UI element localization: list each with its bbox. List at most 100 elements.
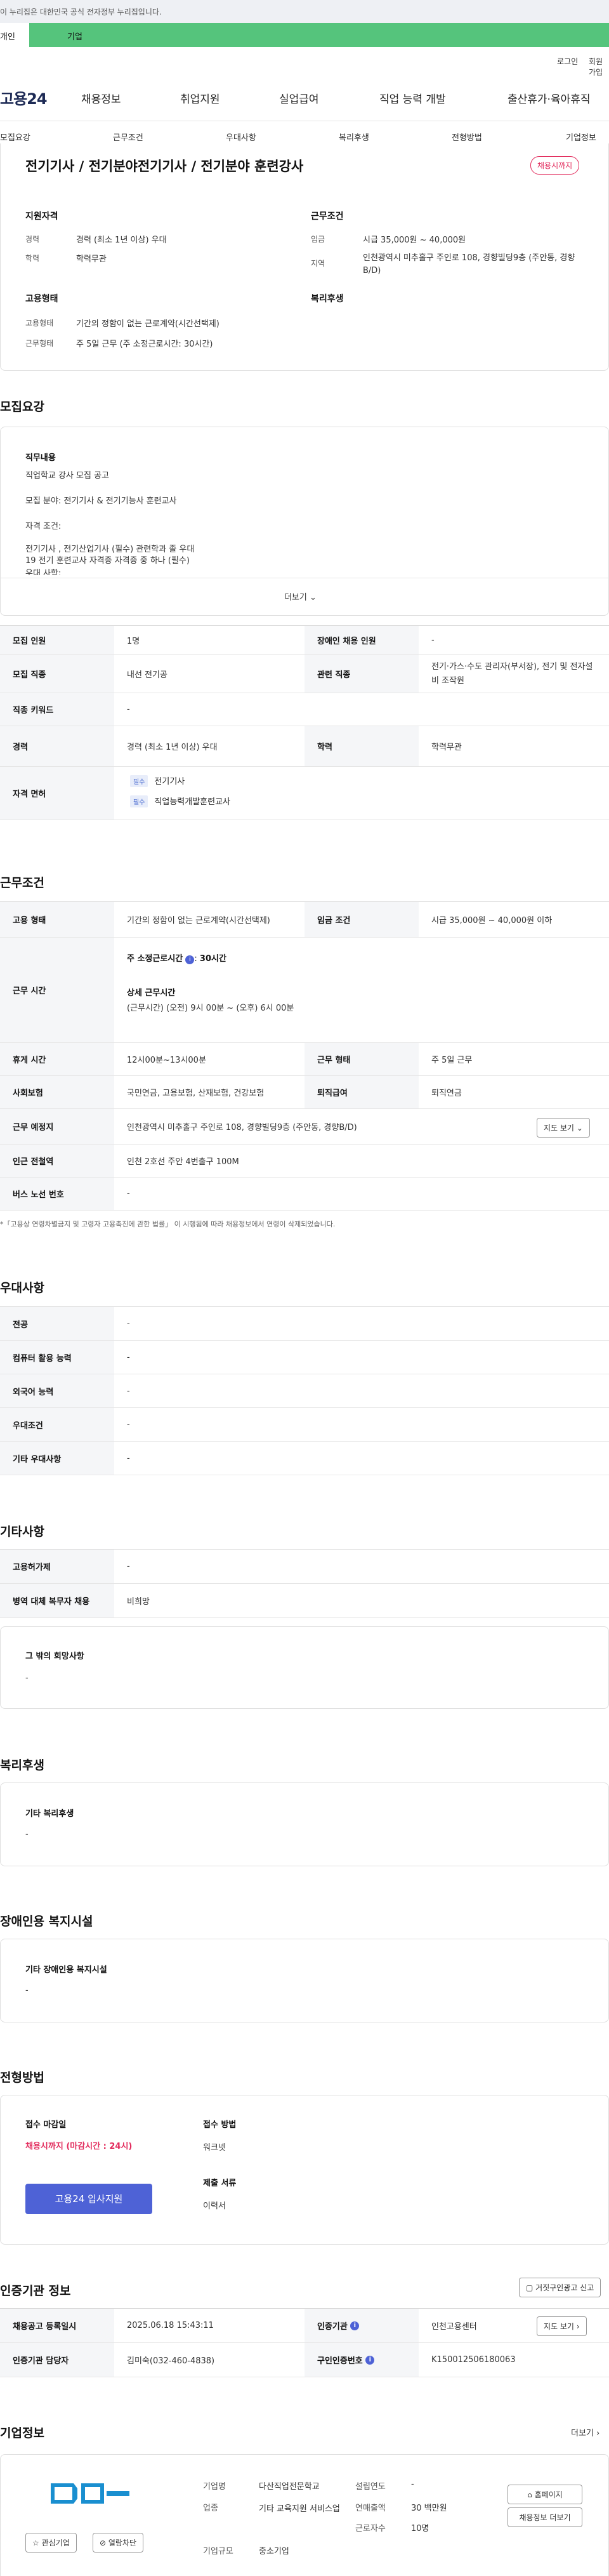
work-table: 고용 형태 기간의 정함이 없는 근로계약(시간선택제) 임금 조건 시급 35… [0, 901, 609, 1212]
lnb-company[interactable]: 기업정보 [566, 131, 596, 143]
org-label: 인증기관 [317, 2322, 348, 2332]
welfare-box [0, 1783, 609, 1866]
emp-value: 기간의 정함이 없는 근로계약(시간선택제) [76, 319, 219, 329]
pref-label: 컴퓨터 활용 능력 [0, 1341, 114, 1374]
ins-label: 사회보험 [0, 1076, 114, 1108]
document-icon: ▢ [526, 2283, 534, 2292]
pref-value: - [127, 1453, 130, 1463]
more-button[interactable]: 더보기 ⌄ [284, 590, 317, 602]
etc-label: 고용허가제 [0, 1550, 114, 1583]
station-label: 인근 전철역 [0, 1145, 114, 1177]
founded-label: 설립연도 [355, 2482, 386, 2492]
report-button[interactable]: ▢ 거짓구인광고 신고 [519, 2278, 601, 2297]
gnb-item-employment-support[interactable]: 취업지원 [180, 90, 220, 106]
map-button-label: 지도 보기 [544, 2322, 574, 2331]
gnb-item-jobs[interactable]: 채용정보 [81, 90, 121, 106]
info-icon[interactable]: i [350, 2321, 360, 2330]
lnb-welfare[interactable]: 복리후생 [339, 131, 369, 143]
etc-value: - [127, 1562, 130, 1571]
table-row: 인증기관 담당자 김미숙(032-460-4838) 구인인증번호 i K150… [0, 2343, 609, 2377]
work-title: 근무조건 [0, 876, 44, 890]
wage-label: 임금 조건 [304, 902, 419, 937]
lnb-recruit[interactable]: 모집요강 [0, 131, 30, 143]
disabled-label: 장애인 채용 인원 [304, 626, 419, 654]
login-link[interactable]: 로그인 [557, 56, 578, 67]
pref-value: - [127, 1386, 130, 1396]
sales-label: 연매출액 [355, 2504, 386, 2513]
keyword-label: 직종 키워드 [0, 693, 114, 726]
map-button[interactable]: 지도 보기 ⌄ [537, 1118, 590, 1138]
interest-button[interactable]: ☆ 관심기업 [25, 2533, 77, 2553]
tab-person[interactable]: 개인 [0, 23, 29, 47]
docs-value: 이력서 [203, 2201, 226, 2211]
welfare-box-value: - [25, 1829, 29, 1839]
sales-value: 30 백만원 [411, 2504, 447, 2513]
company-title: 기업정보 [0, 2426, 44, 2440]
info-icon[interactable]: i [365, 2355, 375, 2365]
edu-label: 학력 [304, 726, 419, 766]
chevron-right-icon: › [596, 2429, 600, 2438]
station-value: 인천 2호선 주안 4번출구 100M [127, 1157, 239, 1167]
recruit-info-button[interactable]: 채용정보 더보기 [508, 2507, 582, 2527]
disabled-box-title: 기타 장애인용 복지시설 [25, 1965, 107, 1975]
gnb-item-unemployment-benefit[interactable]: 실업급여 [279, 90, 319, 106]
info-icon[interactable]: i [185, 955, 195, 964]
industry-label: 업종 [203, 2504, 218, 2513]
table-row: 모집 인원 1명 장애인 채용 인원 - [0, 626, 609, 655]
site-logo[interactable]: 고용24 [0, 86, 48, 109]
table-row: 자격 면허 필수 전기기사 필수 직업능력개발훈련교사 [0, 767, 609, 820]
tab-company[interactable]: 기업 [67, 30, 82, 42]
job-desc-line: 직업학교 강사 모집 공고 [25, 471, 109, 481]
homepage-button[interactable]: ⌂ 홈페이지 [508, 2485, 582, 2504]
lnb-work[interactable]: 근무조건 [113, 131, 143, 143]
sev-label: 퇴직급여 [304, 1076, 419, 1108]
job-desc-line: 우대 사항: [25, 569, 62, 575]
process-title: 전형방법 [0, 2071, 44, 2085]
qual-title: 지원자격 [25, 211, 58, 222]
table-row: 우대조건 - [0, 1408, 609, 1442]
table-row: 사회보험 국민연금, 고용보험, 산재보험, 건강보험 퇴직급여 퇴직연금 [0, 1076, 609, 1109]
age-note: *「고용상 연령차별금지 및 고령자 고용촉진에 관한 법률」 이 시행됨에 따… [0, 1220, 336, 1228]
interest-label: 관심기업 [41, 2539, 70, 2547]
pref-title: 우대사항 [0, 1281, 44, 1295]
gnb-item-training[interactable]: 직업 능력 개발 [379, 90, 446, 106]
job-desc-line: 자격 조건: [25, 522, 62, 531]
work-label: 근무형태 [25, 339, 54, 348]
edu-label: 학력 [25, 254, 40, 263]
block-button[interactable]: ⊘ 열람차단 [93, 2533, 144, 2553]
gnb-item-leave[interactable]: 출산휴가·육아휴직 [508, 90, 591, 106]
table-row: 인근 전철역 인천 2호선 주안 4번출구 100M [0, 1145, 609, 1178]
cert-map-button[interactable]: 지도 보기 › [537, 2316, 587, 2336]
org-value: 인천고용센터 [431, 2322, 477, 2332]
pref-value: - [127, 1318, 130, 1329]
welfare-box-title: 기타 복리후생 [25, 1809, 74, 1819]
wage-value: 시급 35,000원 ~ 40,000원 이하 [431, 916, 553, 926]
related-label: 관련 직종 [304, 655, 419, 693]
detail-value: (근무시간) (오전) 9시 00분 ~ (오후) 6시 00분 [127, 1004, 294, 1013]
join-link[interactable]: 회원가입 [589, 56, 609, 77]
table-row: 직종 키워드 - [0, 693, 609, 726]
pref-label: 우대조건 [0, 1408, 114, 1441]
license-name: 직업능력개발훈련교사 [154, 797, 231, 807]
apply-button[interactable]: 고용24 입사지원 [25, 2184, 152, 2214]
job-desc-line: 19 전기 훈련교사 자격증 자격증 중 하나 (필수) [25, 556, 190, 566]
lnb-process[interactable]: 전형방법 [452, 131, 482, 143]
bus-value: - [127, 1189, 130, 1198]
table-row: 버스 노선 번호 - [0, 1178, 609, 1211]
lnb-pref[interactable]: 우대사항 [226, 131, 256, 143]
reg-value: 2025.06.18 15:43:11 [127, 2321, 214, 2330]
etc-box-value: - [25, 1673, 29, 1683]
type-label: 근무 형태 [304, 1043, 419, 1075]
process-card [0, 2095, 609, 2245]
job-desc-line: 전기기사 , 전기산업기사 (필수) 관련학과 졸 우대 [25, 545, 195, 554]
job-desc-line: 모집 분야: 전기기사 & 전기기능사 훈련교사 [25, 496, 177, 506]
license-label: 자격 면허 [0, 767, 114, 820]
disabled-value: - [431, 635, 435, 645]
company-more-link[interactable]: 더보기 › [571, 2426, 599, 2438]
docs-label: 제출 서류 [203, 2179, 237, 2188]
staff-value: 10명 [411, 2524, 429, 2533]
user-type-tabs: 개인 기업 [0, 23, 609, 47]
etc-box [0, 1626, 609, 1709]
disabled-title: 장애인용 복지시설 [0, 1915, 93, 1929]
region-value: 인천광역시 미추홀구 주인로 108, 경향빌딩9층 (주안동, 경향B/D) [363, 253, 575, 276]
